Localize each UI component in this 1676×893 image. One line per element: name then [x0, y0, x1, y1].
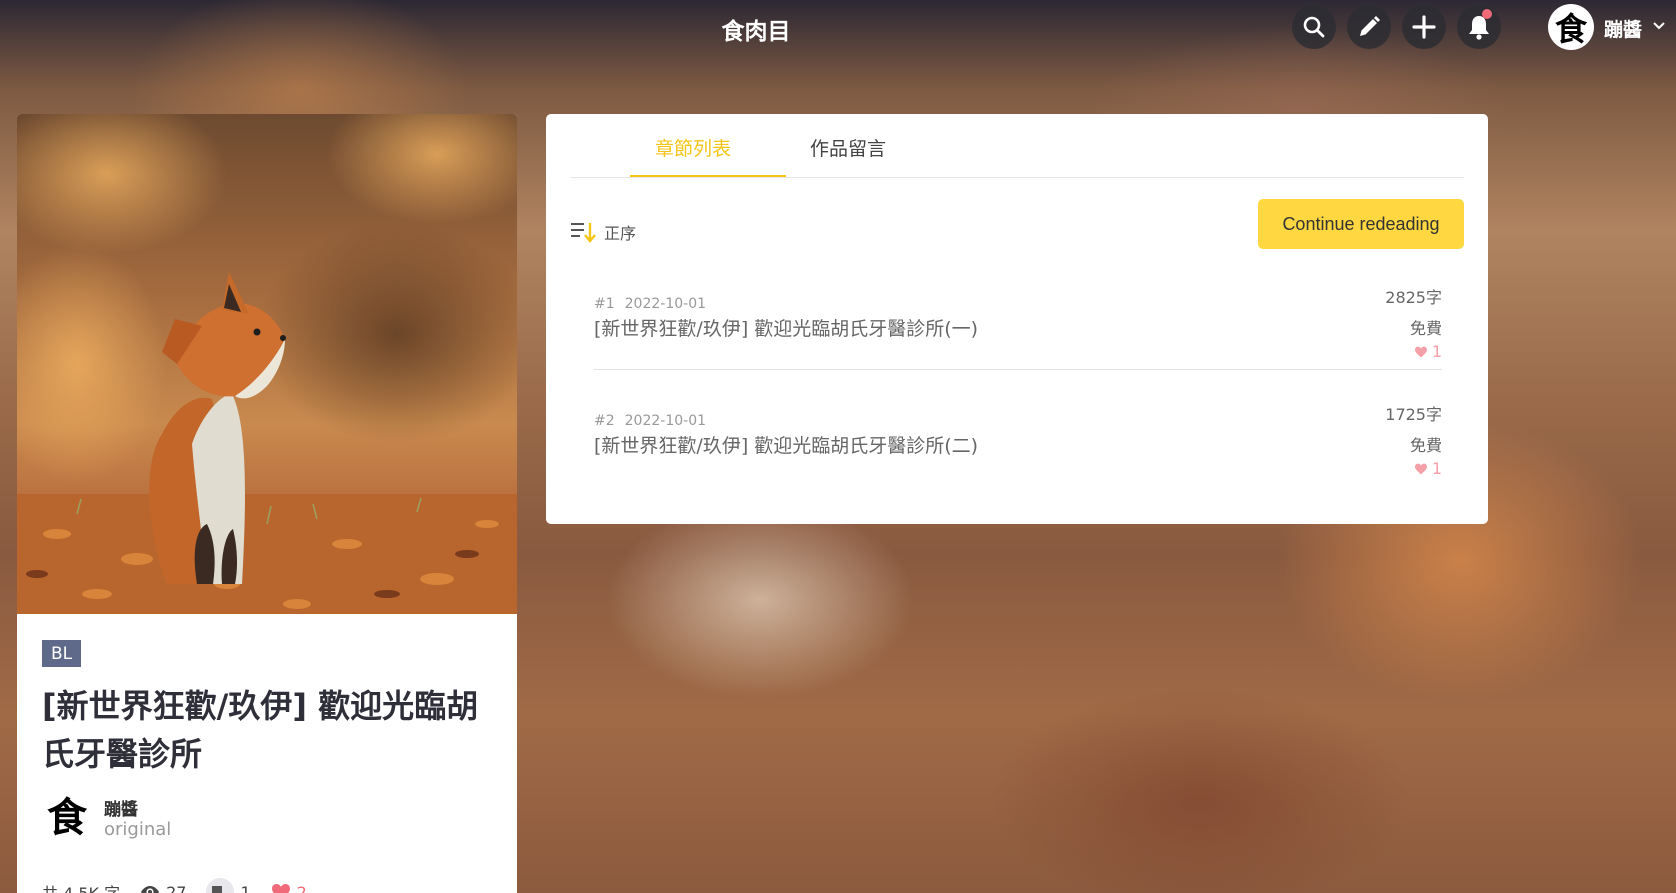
chapter-likes-count: 1 [1431, 459, 1442, 478]
bookmark-button[interactable] [206, 878, 235, 893]
genre-badge[interactable]: BL [42, 640, 82, 667]
search-button[interactable] [1292, 5, 1336, 49]
bookmark-stat[interactable]: 1 [206, 878, 251, 893]
tab-chapter-list[interactable]: 章節列表 [655, 134, 731, 161]
book-card: BL [新世界狂歡/玖伊] 歡迎光臨胡氏牙醫診所 食 蹦醬 original 共… [17, 114, 517, 893]
user-avatar[interactable]: 食 [1548, 4, 1594, 50]
chapter-word-count: 1725字 [1385, 405, 1442, 424]
chapter-item[interactable]: #1 2022-10-01 [新世界狂歡/玖伊] 歡迎光臨胡氏牙醫診所(一) 28… [594, 266, 1442, 370]
chapter-word-count: 2825字 [1385, 288, 1442, 307]
pencil-icon [1360, 16, 1380, 36]
chapter-price: 免費 [1409, 436, 1442, 455]
heart-icon [271, 884, 290, 893]
chapter-item[interactable]: #2 2022-10-01 [新世界狂歡/玖伊] 歡迎光臨胡氏牙醫診所(二) 17… [594, 383, 1442, 487]
active-tab-indicator [630, 175, 786, 177]
user-name[interactable]: 蹦醬 [1604, 15, 1642, 42]
book-title: [新世界狂歡/玖伊] 歡迎光臨胡氏牙醫診所 [42, 687, 479, 773]
tab-comments[interactable]: 作品留言 [810, 134, 886, 161]
author-name[interactable]: 蹦醬 [104, 795, 138, 820]
add-button[interactable] [1402, 5, 1446, 49]
heart-icon [1414, 463, 1427, 474]
notification-dot [1482, 9, 1492, 19]
author-type: original [104, 819, 172, 840]
search-icon [1303, 16, 1325, 38]
chevron-down-icon[interactable] [1652, 21, 1666, 31]
author-avatar[interactable]: 食 [43, 790, 91, 846]
chapter-meta: #2 2022-10-01 [594, 413, 706, 429]
chapter-title[interactable]: [新世界狂歡/玖伊] 歡迎光臨胡氏牙醫診所(二) [594, 431, 978, 458]
chapter-meta: #1 2022-10-01 [594, 296, 706, 312]
views-count: 27 [166, 882, 187, 893]
likes-count: 2 [296, 882, 307, 893]
chapter-date: 2022-10-01 [624, 296, 707, 312]
chapter-likes-count: 1 [1431, 342, 1442, 361]
chapter-title[interactable]: [新世界狂歡/玖伊] 歡迎光臨胡氏牙醫診所(一) [594, 314, 978, 341]
sort-descending-icon [571, 223, 596, 243]
views-stat: 27 [140, 883, 186, 893]
chapter-number: #2 [594, 413, 615, 429]
continue-reading-button[interactable]: Continue redeading [1258, 199, 1464, 249]
sort-toggle[interactable]: 正序 [570, 220, 636, 244]
write-button[interactable] [1347, 5, 1391, 49]
sort-label: 正序 [604, 224, 637, 243]
chapter-likes: 1 [1414, 342, 1442, 361]
chapter-date: 2022-10-01 [624, 413, 707, 429]
book-stats: 共 4.5K 字 27 1 2 [42, 878, 512, 893]
notification-button[interactable] [1457, 5, 1501, 49]
bookmark-icon [212, 886, 223, 893]
bookmark-count: 1 [240, 882, 251, 893]
tab-bar: 章節列表 作品留言 [570, 114, 1464, 178]
eye-icon [141, 886, 160, 893]
word-count: 共 4.5K 字 [42, 880, 120, 893]
likes-stat[interactable]: 2 [271, 883, 307, 893]
top-nav: 食肉目 食 蹦醬 [0, 0, 1676, 56]
chapter-likes: 1 [1414, 459, 1442, 478]
chapter-panel: 章節列表 作品留言 正序 Continue redeading #1 2022-1… [546, 114, 1488, 524]
plus-icon [1412, 15, 1436, 39]
site-title[interactable]: 食肉目 [0, 12, 1512, 46]
heart-icon [1414, 346, 1427, 357]
chapter-number: #1 [594, 296, 615, 312]
book-cover-image [17, 114, 517, 614]
chapter-price: 免費 [1409, 319, 1442, 338]
